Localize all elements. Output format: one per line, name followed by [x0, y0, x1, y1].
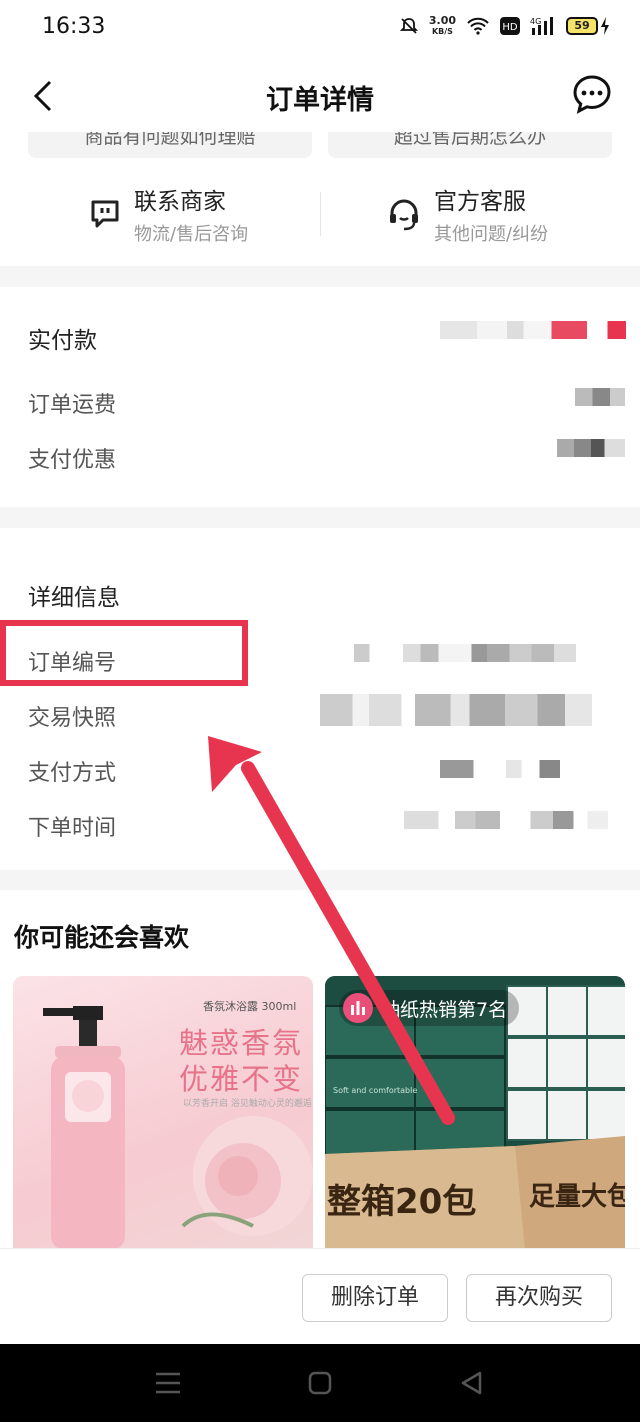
discount-value: [557, 439, 625, 457]
paid-amount-value: [440, 321, 626, 339]
bottom-action-bar: 删除订单 再次购买: [0, 1248, 640, 1344]
snapshot-label: 交易快照: [28, 706, 117, 731]
banner-text-1: 整箱20包: [327, 1182, 477, 1222]
discount-label: 支付优惠: [28, 448, 117, 473]
status-icons: 3.00 KB/S HD 4G 59: [399, 15, 610, 37]
recommend-section: 你可能还会喜欢 香氛沐浴露 300ml 魅惑香氛 优雅不变 以芳香开启 浴见触动…: [0, 890, 640, 1250]
snapshot-value[interactable]: [320, 694, 592, 726]
payment-method-value: [440, 760, 560, 778]
detail-info-header: 详细信息: [28, 585, 120, 611]
wifi-icon: [467, 17, 489, 35]
page-title: 订单详情: [266, 85, 374, 116]
product-small-text: 以芳香开启 浴见触动心灵的邂逅: [183, 1099, 312, 1109]
product-card-tissue[interactable]: 抽纸热销第7名 Soft and comfortable 整箱20包 足量大包: [325, 976, 625, 1250]
faq-button-claim[interactable]: 商品有问题如何理赔: [28, 132, 312, 158]
official-service-button[interactable]: 官方客服其他问题/纠纷: [386, 182, 548, 246]
store-chat-icon: [91, 200, 119, 228]
nav-bar: 订单详情: [0, 58, 640, 132]
help-card: 商品有问题如何理赔 超过售后期怎么办 联系商家物流/售后咨询 官方客服其他问题/…: [0, 132, 640, 266]
mute-bell-icon: [399, 18, 419, 34]
shipping-fee-value: [575, 388, 625, 406]
rebuy-button[interactable]: 再次购买: [466, 1274, 612, 1322]
signal-icon: 4G: [530, 17, 553, 35]
order-number-highlight: [0, 620, 248, 686]
pack-text: Soft and comfortable: [333, 1086, 418, 1095]
svg-text:4G: 4G: [530, 17, 541, 26]
contact-merchant-subtitle: 物流/售后咨询: [134, 224, 249, 245]
rank-chart-icon: [343, 993, 373, 1023]
payment-card: 实付款 订单运费 支付优惠: [0, 287, 640, 507]
message-icon[interactable]: [572, 74, 612, 114]
delete-order-button[interactable]: 删除订单: [302, 1274, 448, 1322]
order-time-value: [404, 811, 608, 829]
hd-icon: HD: [500, 17, 520, 35]
system-nav-bar: [0, 1344, 640, 1422]
official-service-subtitle: 其他问题/纠纷: [434, 224, 549, 245]
svg-text:HD: HD: [502, 22, 518, 33]
status-bar: 16:33 3.00 KB/S HD 4G 59: [0, 0, 640, 58]
rank-badge: 抽纸热销第7名: [339, 990, 520, 1026]
official-service-title: 官方客服: [434, 189, 526, 215]
headset-icon: [390, 199, 418, 231]
payment-method-label: 支付方式: [28, 761, 117, 786]
banner-text-2: 足量大包: [529, 1182, 625, 1212]
product-headline-2: 优雅不变: [179, 1062, 304, 1096]
menu-icon[interactable]: [154, 1371, 182, 1395]
contact-merchant-title: 联系商家: [134, 189, 226, 215]
paid-amount-label: 实付款: [28, 328, 97, 354]
order-time-label: 下单时间: [28, 816, 117, 841]
product-image-bottle: [43, 1006, 313, 1250]
faq-button-after-sale[interactable]: 超过售后期怎么办: [328, 132, 612, 158]
shipping-fee-label: 订单运费: [28, 393, 117, 418]
status-time: 16:33: [42, 14, 106, 39]
detail-info-card: 详细信息 订单编号 交易快照 支付方式 下单时间: [0, 528, 640, 870]
divider: [320, 192, 321, 236]
network-speed: 3.00 KB/S: [428, 14, 456, 36]
product-card-body-wash[interactable]: 香氛沐浴露 300ml 魅惑香氛 优雅不变 以芳香开启 浴见触动心灵的邂逅: [13, 976, 313, 1250]
order-number-value: [354, 644, 576, 662]
home-icon[interactable]: [308, 1371, 332, 1395]
contact-merchant-button[interactable]: 联系商家物流/售后咨询: [88, 182, 248, 246]
product-tag: 香氛沐浴露 300ml: [203, 1000, 297, 1013]
rank-badge-text: 抽纸热销第7名: [381, 998, 508, 1021]
recommend-title: 你可能还会喜欢: [14, 923, 190, 952]
back-icon[interactable]: [460, 1370, 484, 1396]
battery-icon: 59: [566, 17, 610, 35]
